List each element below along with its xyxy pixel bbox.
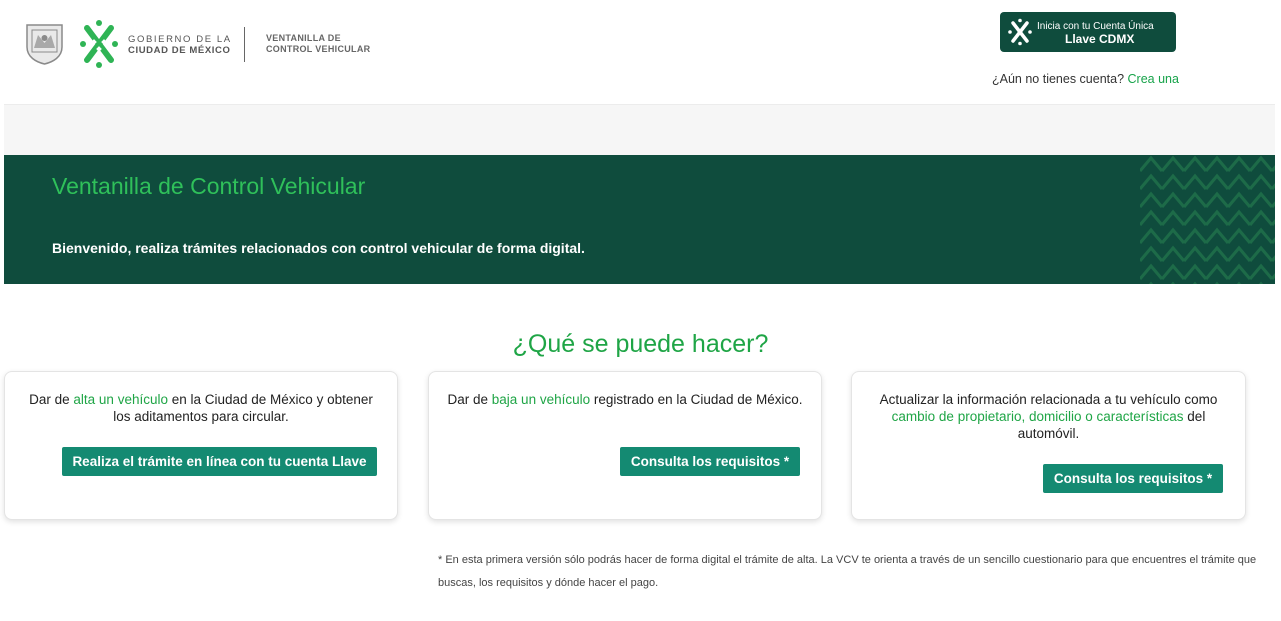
signup-prompt: ¿Aún no tienes cuenta? Crea una — [992, 72, 1179, 86]
card-text-pre: Dar de — [447, 392, 492, 407]
login-label-line-2: Llave CDMX — [1065, 32, 1135, 46]
government-name: GOBIERNO DE LA CIUDAD DE MÉXICO — [128, 34, 232, 56]
section-title: ¿Qué se puede hacer? — [512, 330, 769, 358]
site-name-line-2: CONTROL VEHICULAR — [266, 44, 371, 54]
card-text-pre: Actualizar la información relacionada a … — [879, 392, 1218, 407]
hero-banner: Ventanilla de Control Vehicular Bienveni… — [4, 155, 1275, 284]
site-name-line-1: VENTANILLA DE — [266, 33, 341, 43]
login-label-line-1: Inicia con tu Cuenta Única — [1037, 21, 1154, 32]
card-update-vehicle: Actualizar la información relacionada a … — [851, 371, 1246, 520]
card-text-highlight: cambio de propietario, domicilio o carac… — [891, 409, 1184, 424]
card-text-highlight: alta un vehículo — [73, 392, 168, 407]
view-requirements-button[interactable]: Consulta los requisitos * — [620, 447, 800, 476]
hero-title: Ventanilla de Control Vehicular — [52, 173, 366, 199]
llave-cdmx-icon — [1008, 18, 1032, 46]
decorative-pattern — [1140, 155, 1275, 284]
site-header: GOBIERNO DE LA CIUDAD DE MÉXICO VENTANIL… — [0, 0, 1281, 104]
gov-line-1: GOBIERNO DE LA — [128, 34, 232, 45]
create-account-link[interactable]: Crea una — [1128, 72, 1179, 86]
llave-login-button[interactable]: Inicia con tu Cuenta Única Llave CDMX — [1000, 12, 1176, 52]
footnote: * En esta primera versión sólo podrás ha… — [438, 554, 1257, 589]
online-procedure-button[interactable]: Realiza el trámite en línea con tu cuent… — [62, 447, 377, 476]
card-description: Dar de baja un vehículo registrado en la… — [444, 391, 806, 408]
gov-line-2: CIUDAD DE MÉXICO — [128, 45, 231, 56]
card-register-vehicle: Dar de alta un vehículo en la Ciudad de … — [4, 371, 398, 520]
cdmx-logo-icon — [80, 20, 118, 68]
coat-of-arms-icon — [26, 24, 63, 65]
nav-band — [4, 104, 1275, 156]
card-text-pre: Dar de — [29, 392, 74, 407]
site-name: VENTANILLA DE CONTROL VEHICULAR — [266, 33, 370, 55]
card-text-post: registrado en la Ciudad de México. — [590, 392, 803, 407]
header-divider — [244, 27, 245, 62]
card-text-highlight: baja un vehículo — [491, 392, 591, 407]
card-description: Actualizar la información relacionada a … — [867, 391, 1230, 442]
hero-subtitle: Bienvenido, realiza trámites relacionado… — [52, 240, 585, 256]
card-deregister-vehicle: Dar de baja un vehículo registrado en la… — [428, 371, 822, 520]
view-requirements-button[interactable]: Consulta los requisitos * — [1043, 464, 1223, 493]
signup-prompt-text: ¿Aún no tienes cuenta? — [992, 72, 1125, 86]
card-description: Dar de alta un vehículo en la Ciudad de … — [20, 391, 382, 425]
